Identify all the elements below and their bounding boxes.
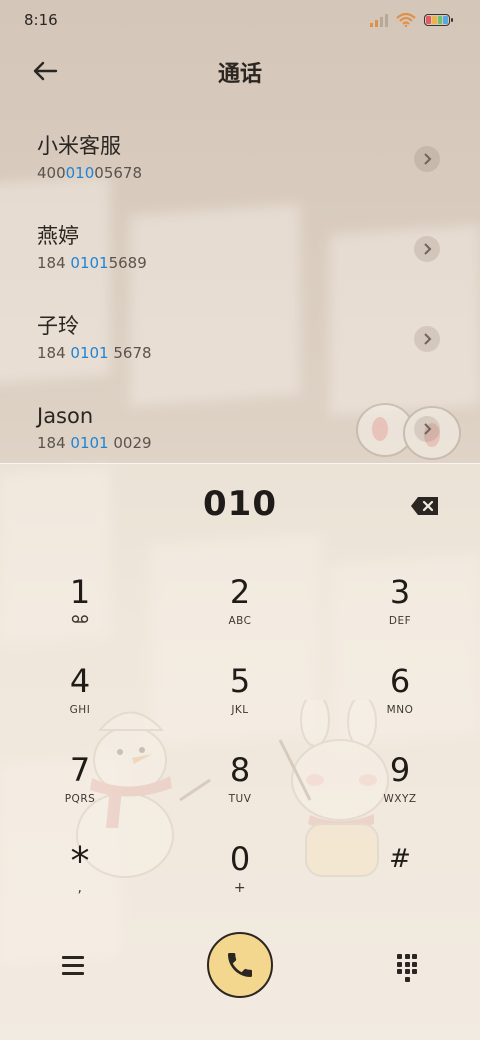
contact-suggestion-list: 小米客服 40001005678 燕婷 184 01015689 子玲 184 …: [0, 130, 480, 490]
contact-number: 184 0101 0029: [37, 434, 152, 452]
dial-key-4[interactable]: 4 GHI: [20, 659, 140, 739]
dial-key-5[interactable]: 5 JKL: [180, 659, 300, 739]
battery-icon: [424, 14, 453, 26]
menu-button[interactable]: [62, 956, 84, 976]
header: 通话: [0, 48, 480, 92]
dial-key-1[interactable]: 1: [20, 570, 140, 650]
contact-item[interactable]: Jason 184 0101 0029: [0, 400, 480, 490]
dialpad-icon[interactable]: [396, 954, 418, 982]
contact-detail-button[interactable]: [414, 326, 440, 352]
wifi-icon: [396, 13, 416, 27]
contact-detail-button[interactable]: [414, 416, 440, 442]
panel-divider: [0, 463, 480, 464]
phone-icon: [228, 953, 252, 977]
dial-key-star[interactable]: * ,: [20, 837, 140, 917]
dial-key-8[interactable]: 8 TUV: [180, 748, 300, 828]
contact-detail-button[interactable]: [414, 236, 440, 262]
backspace-icon: [411, 497, 438, 515]
dial-key-2[interactable]: 2 ABC: [180, 570, 300, 650]
chevron-right-icon: [424, 423, 432, 435]
contact-number: 40001005678: [37, 164, 142, 182]
chevron-right-icon: [424, 153, 432, 165]
dial-key-3[interactable]: 3 DEF: [340, 570, 460, 650]
dial-key-9[interactable]: 9 WXYZ: [340, 748, 460, 828]
menu-icon: [62, 956, 84, 975]
delete-button[interactable]: [410, 496, 440, 516]
contact-item[interactable]: 子玲 184 0101 5678: [0, 310, 480, 400]
contact-item[interactable]: 小米客服 40001005678: [0, 130, 480, 220]
dial-key-0[interactable]: 0 +: [180, 837, 300, 917]
dial-key-7[interactable]: 7 PQRS: [20, 748, 140, 828]
dial-key-6[interactable]: 6 MNO: [340, 659, 460, 739]
status-time: 8:16: [24, 11, 58, 29]
page-title: 通话: [217, 62, 262, 87]
voicemail-icon: [20, 614, 140, 628]
dial-input-row: 010: [0, 484, 480, 530]
status-icons: [370, 13, 453, 27]
contact-number: 184 01015689: [37, 254, 147, 272]
signal-icon: [370, 13, 388, 27]
contact-detail-button[interactable]: [414, 146, 440, 172]
chevron-right-icon: [424, 333, 432, 345]
chevron-right-icon: [424, 243, 432, 255]
status-bar: 8:16: [0, 0, 480, 40]
dial-key-hash[interactable]: #: [340, 837, 460, 917]
contact-number: 184 0101 5678: [37, 344, 152, 362]
call-button[interactable]: [207, 932, 273, 998]
dialed-number[interactable]: 010: [0, 484, 480, 524]
contact-item[interactable]: 燕婷 184 01015689: [0, 220, 480, 310]
bottom-action-bar: [0, 932, 480, 1002]
